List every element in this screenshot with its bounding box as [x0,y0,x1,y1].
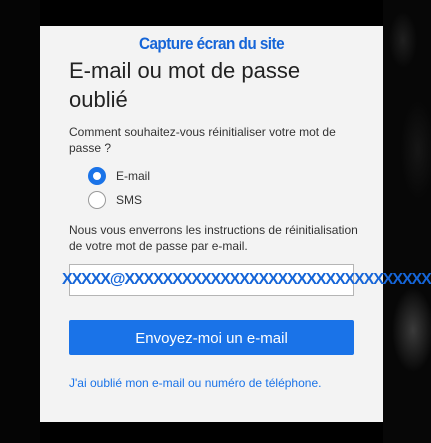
radio-checked-icon[interactable] [88,167,106,185]
radio-label-email: E-mail [116,169,151,183]
send-email-button[interactable]: Envoyez-moi un e-mail [69,320,354,355]
reset-question: Comment souhaitez-vous réinitialiser vot… [69,125,336,155]
page-title: E-mail ou mot de passe oublié [69,58,301,112]
reset-panel: Capture écran du site E-mail ou mot de p… [40,26,431,422]
instructions-text: Nous vous enverrons les instructions de … [69,223,358,253]
radio-unchecked-icon[interactable] [88,191,106,209]
background-photo [383,0,431,443]
forgot-email-phone-link[interactable]: J'ai oublié mon e-mail ou numéro de télé… [69,376,369,390]
background-left [0,0,40,443]
screenshot-caption: Capture écran du site [138,34,285,53]
email-field[interactable]: XXXXX@XXXXXXXXXXXXXXXXXXXXXXXXXXXXXXXXX [62,264,431,296]
radio-label-sms: SMS [116,193,143,207]
radio-option-email[interactable]: E-mail [88,167,150,185]
radio-option-sms[interactable]: SMS [88,191,142,209]
